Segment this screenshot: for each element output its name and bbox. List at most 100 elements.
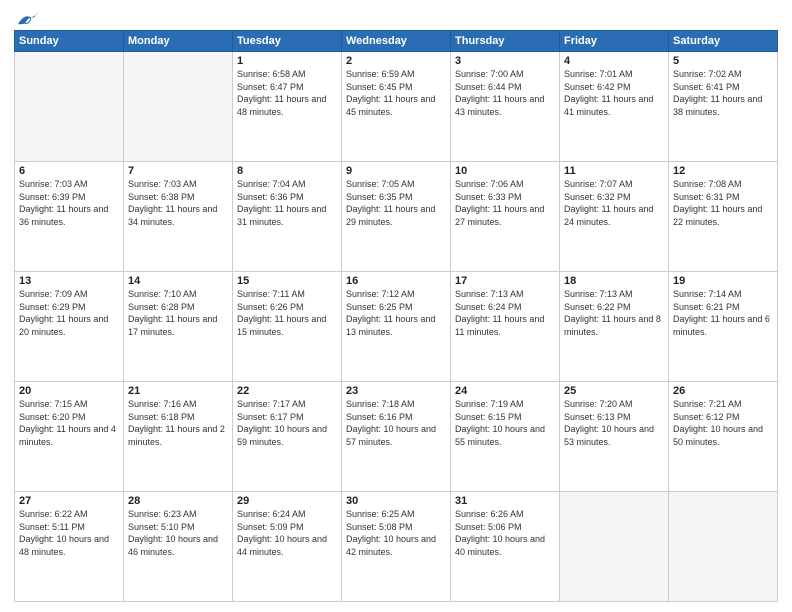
- calendar-cell: 17Sunrise: 7:13 AM Sunset: 6:24 PM Dayli…: [451, 272, 560, 382]
- weekday-header-row: SundayMondayTuesdayWednesdayThursdayFrid…: [15, 31, 778, 52]
- day-number: 27: [19, 495, 119, 507]
- day-info: Sunrise: 7:06 AM Sunset: 6:33 PM Dayligh…: [455, 178, 555, 228]
- day-number: 8: [237, 165, 337, 177]
- day-number: 2: [346, 55, 446, 67]
- day-number: 14: [128, 275, 228, 287]
- day-number: 21: [128, 385, 228, 397]
- day-info: Sunrise: 6:58 AM Sunset: 6:47 PM Dayligh…: [237, 68, 337, 118]
- header: [14, 10, 778, 24]
- day-number: 10: [455, 165, 555, 177]
- day-info: Sunrise: 7:00 AM Sunset: 6:44 PM Dayligh…: [455, 68, 555, 118]
- calendar-week-row: 20Sunrise: 7:15 AM Sunset: 6:20 PM Dayli…: [15, 382, 778, 492]
- day-info: Sunrise: 7:16 AM Sunset: 6:18 PM Dayligh…: [128, 398, 228, 448]
- day-info: Sunrise: 6:26 AM Sunset: 5:06 PM Dayligh…: [455, 508, 555, 558]
- calendar-cell: 4Sunrise: 7:01 AM Sunset: 6:42 PM Daylig…: [560, 52, 669, 162]
- day-info: Sunrise: 6:24 AM Sunset: 5:09 PM Dayligh…: [237, 508, 337, 558]
- day-number: 18: [564, 275, 664, 287]
- day-info: Sunrise: 7:18 AM Sunset: 6:16 PM Dayligh…: [346, 398, 446, 448]
- weekday-header-wednesday: Wednesday: [342, 31, 451, 52]
- calendar-cell: 16Sunrise: 7:12 AM Sunset: 6:25 PM Dayli…: [342, 272, 451, 382]
- day-number: 23: [346, 385, 446, 397]
- day-number: 13: [19, 275, 119, 287]
- calendar-cell: 30Sunrise: 6:25 AM Sunset: 5:08 PM Dayli…: [342, 492, 451, 602]
- day-info: Sunrise: 7:21 AM Sunset: 6:12 PM Dayligh…: [673, 398, 773, 448]
- day-number: 4: [564, 55, 664, 67]
- day-info: Sunrise: 7:19 AM Sunset: 6:15 PM Dayligh…: [455, 398, 555, 448]
- day-info: Sunrise: 7:17 AM Sunset: 6:17 PM Dayligh…: [237, 398, 337, 448]
- weekday-header-sunday: Sunday: [15, 31, 124, 52]
- day-info: Sunrise: 7:03 AM Sunset: 6:39 PM Dayligh…: [19, 178, 119, 228]
- calendar-cell: 8Sunrise: 7:04 AM Sunset: 6:36 PM Daylig…: [233, 162, 342, 272]
- calendar-cell: 20Sunrise: 7:15 AM Sunset: 6:20 PM Dayli…: [15, 382, 124, 492]
- day-info: Sunrise: 7:12 AM Sunset: 6:25 PM Dayligh…: [346, 288, 446, 338]
- day-info: Sunrise: 7:20 AM Sunset: 6:13 PM Dayligh…: [564, 398, 664, 448]
- day-info: Sunrise: 7:01 AM Sunset: 6:42 PM Dayligh…: [564, 68, 664, 118]
- calendar-cell: 1Sunrise: 6:58 AM Sunset: 6:47 PM Daylig…: [233, 52, 342, 162]
- day-info: Sunrise: 7:04 AM Sunset: 6:36 PM Dayligh…: [237, 178, 337, 228]
- calendar-cell: 10Sunrise: 7:06 AM Sunset: 6:33 PM Dayli…: [451, 162, 560, 272]
- logo: [14, 10, 38, 24]
- day-number: 5: [673, 55, 773, 67]
- calendar-cell: 12Sunrise: 7:08 AM Sunset: 6:31 PM Dayli…: [669, 162, 778, 272]
- day-info: Sunrise: 6:59 AM Sunset: 6:45 PM Dayligh…: [346, 68, 446, 118]
- calendar-cell: 7Sunrise: 7:03 AM Sunset: 6:38 PM Daylig…: [124, 162, 233, 272]
- day-number: 9: [346, 165, 446, 177]
- day-number: 20: [19, 385, 119, 397]
- calendar-cell: 28Sunrise: 6:23 AM Sunset: 5:10 PM Dayli…: [124, 492, 233, 602]
- day-info: Sunrise: 7:05 AM Sunset: 6:35 PM Dayligh…: [346, 178, 446, 228]
- day-info: Sunrise: 7:13 AM Sunset: 6:22 PM Dayligh…: [564, 288, 664, 338]
- day-number: 24: [455, 385, 555, 397]
- day-info: Sunrise: 7:13 AM Sunset: 6:24 PM Dayligh…: [455, 288, 555, 338]
- calendar-cell: 13Sunrise: 7:09 AM Sunset: 6:29 PM Dayli…: [15, 272, 124, 382]
- calendar-cell: 2Sunrise: 6:59 AM Sunset: 6:45 PM Daylig…: [342, 52, 451, 162]
- day-info: Sunrise: 7:09 AM Sunset: 6:29 PM Dayligh…: [19, 288, 119, 338]
- calendar-cell: 24Sunrise: 7:19 AM Sunset: 6:15 PM Dayli…: [451, 382, 560, 492]
- day-number: 3: [455, 55, 555, 67]
- day-number: 31: [455, 495, 555, 507]
- day-number: 25: [564, 385, 664, 397]
- calendar-cell: 15Sunrise: 7:11 AM Sunset: 6:26 PM Dayli…: [233, 272, 342, 382]
- page: SundayMondayTuesdayWednesdayThursdayFrid…: [0, 0, 792, 612]
- calendar-cell: [669, 492, 778, 602]
- calendar-week-row: 13Sunrise: 7:09 AM Sunset: 6:29 PM Dayli…: [15, 272, 778, 382]
- day-info: Sunrise: 7:07 AM Sunset: 6:32 PM Dayligh…: [564, 178, 664, 228]
- day-info: Sunrise: 7:02 AM Sunset: 6:41 PM Dayligh…: [673, 68, 773, 118]
- weekday-header-monday: Monday: [124, 31, 233, 52]
- calendar-cell: 5Sunrise: 7:02 AM Sunset: 6:41 PM Daylig…: [669, 52, 778, 162]
- day-number: 15: [237, 275, 337, 287]
- calendar-cell: [124, 52, 233, 162]
- calendar-cell: 19Sunrise: 7:14 AM Sunset: 6:21 PM Dayli…: [669, 272, 778, 382]
- day-info: Sunrise: 6:22 AM Sunset: 5:11 PM Dayligh…: [19, 508, 119, 558]
- day-number: 1: [237, 55, 337, 67]
- calendar-cell: 21Sunrise: 7:16 AM Sunset: 6:18 PM Dayli…: [124, 382, 233, 492]
- calendar-cell: 23Sunrise: 7:18 AM Sunset: 6:16 PM Dayli…: [342, 382, 451, 492]
- logo-bird-icon: [16, 10, 38, 28]
- calendar-week-row: 27Sunrise: 6:22 AM Sunset: 5:11 PM Dayli…: [15, 492, 778, 602]
- calendar-cell: 25Sunrise: 7:20 AM Sunset: 6:13 PM Dayli…: [560, 382, 669, 492]
- day-number: 16: [346, 275, 446, 287]
- day-number: 29: [237, 495, 337, 507]
- day-info: Sunrise: 7:15 AM Sunset: 6:20 PM Dayligh…: [19, 398, 119, 448]
- calendar-cell: 11Sunrise: 7:07 AM Sunset: 6:32 PM Dayli…: [560, 162, 669, 272]
- calendar-cell: 14Sunrise: 7:10 AM Sunset: 6:28 PM Dayli…: [124, 272, 233, 382]
- calendar-cell: [15, 52, 124, 162]
- weekday-header-saturday: Saturday: [669, 31, 778, 52]
- day-number: 30: [346, 495, 446, 507]
- calendar-table: SundayMondayTuesdayWednesdayThursdayFrid…: [14, 30, 778, 602]
- day-number: 22: [237, 385, 337, 397]
- day-info: Sunrise: 6:25 AM Sunset: 5:08 PM Dayligh…: [346, 508, 446, 558]
- calendar-cell: 26Sunrise: 7:21 AM Sunset: 6:12 PM Dayli…: [669, 382, 778, 492]
- calendar-cell: 31Sunrise: 6:26 AM Sunset: 5:06 PM Dayli…: [451, 492, 560, 602]
- calendar-cell: 9Sunrise: 7:05 AM Sunset: 6:35 PM Daylig…: [342, 162, 451, 272]
- calendar-week-row: 6Sunrise: 7:03 AM Sunset: 6:39 PM Daylig…: [15, 162, 778, 272]
- day-info: Sunrise: 7:03 AM Sunset: 6:38 PM Dayligh…: [128, 178, 228, 228]
- calendar-cell: 3Sunrise: 7:00 AM Sunset: 6:44 PM Daylig…: [451, 52, 560, 162]
- day-info: Sunrise: 7:14 AM Sunset: 6:21 PM Dayligh…: [673, 288, 773, 338]
- day-info: Sunrise: 7:11 AM Sunset: 6:26 PM Dayligh…: [237, 288, 337, 338]
- day-info: Sunrise: 7:08 AM Sunset: 6:31 PM Dayligh…: [673, 178, 773, 228]
- calendar-cell: 22Sunrise: 7:17 AM Sunset: 6:17 PM Dayli…: [233, 382, 342, 492]
- day-number: 17: [455, 275, 555, 287]
- day-info: Sunrise: 6:23 AM Sunset: 5:10 PM Dayligh…: [128, 508, 228, 558]
- calendar-cell: 18Sunrise: 7:13 AM Sunset: 6:22 PM Dayli…: [560, 272, 669, 382]
- calendar-cell: 6Sunrise: 7:03 AM Sunset: 6:39 PM Daylig…: [15, 162, 124, 272]
